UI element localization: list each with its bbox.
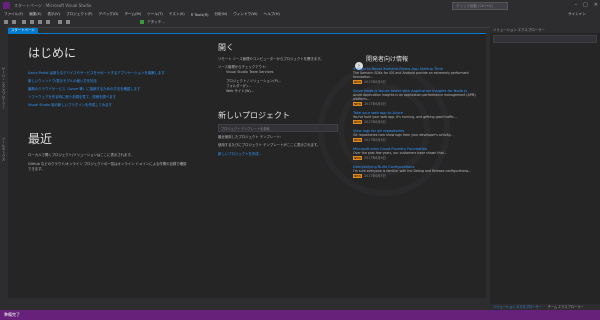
open-icon[interactable] [30, 20, 34, 24]
news-item[interactable]: Take your web app to Azure You've built … [353, 111, 478, 124]
solution-explorer-panel: ソリューション エクスプローラー ソリューション エクスプローラー チーム エク… [490, 27, 600, 310]
open-section: 開く リモート ソース管理やコンピューターからプロジェクトを開きます。 ソース管… [218, 42, 338, 159]
news-item-date: 2017年6月6日 [364, 138, 386, 142]
news-item[interactable]: View logs for git repositories Git repos… [353, 129, 478, 142]
redo-icon[interactable] [66, 20, 70, 24]
attach-button[interactable]: アタッチ... [147, 20, 165, 25]
left-tool-strip: サーバー エクスプローラー ツールボックス [0, 27, 7, 310]
news-item-date: 2017年6月6日 [364, 102, 386, 106]
open-title: 開く [218, 43, 234, 52]
news-title: 開発者向け情報 [366, 56, 409, 63]
new-project-desc: 使用するたびにプロジェクト テンプレートがここに表示されます。 [218, 143, 321, 147]
save-all-icon[interactable] [46, 20, 50, 24]
menu-debug[interactable]: デバッグ(D) [99, 12, 119, 17]
start-page: はじめに Azure Portal は新たなデバイスやサービスをサポートするアプ… [8, 34, 486, 298]
toolbox-tab[interactable]: ツールボックス [1, 137, 6, 161]
forward-icon[interactable] [12, 20, 16, 24]
get-started-link[interactable]: 最新のクラウドサービス（Azure 等）に接続するための方法を確認します [28, 86, 188, 91]
new-badge: NEW [353, 174, 363, 178]
menu-window[interactable]: ウィンドウ(W) [233, 12, 257, 17]
window-title: スタートページ - Microsoft Visual Studio [14, 3, 92, 8]
status-text: 準備完了 [4, 312, 20, 317]
news-item[interactable]: Solve Node.js Issues faster with Applica… [353, 89, 478, 106]
close-icon[interactable]: ✕ [594, 2, 598, 8]
news-item-body: Azure Application Insights is an applica… [353, 93, 476, 101]
menu-team[interactable]: チーム(M) [124, 12, 141, 17]
signin-link[interactable]: サインイン [568, 12, 586, 17]
get-started-link[interactable]: Azure Portal は新たなデバイスやサービスをサポートするアプリケーショ… [28, 70, 188, 75]
news-item-date: 2017年6月6日 [364, 156, 386, 160]
get-started-link[interactable]: ソフトウェアを作る時に使う手順を見て、詳細を調べます [28, 94, 188, 99]
solution-explorer-search[interactable] [493, 35, 597, 43]
news-item[interactable]: Microsoft joins Cloud Foundry Foundation… [353, 147, 478, 160]
new-badge: NEW [353, 138, 363, 142]
new-badge: NEW [353, 80, 363, 84]
menu-project[interactable]: プロジェクト(P) [66, 12, 93, 17]
news-item[interactable]: 5 Ways to Boost Xamarin.Forms App Startu… [353, 67, 478, 84]
play-icon[interactable] [140, 20, 144, 24]
recent-title: 最近 [28, 132, 53, 146]
news-section: 開発者向け情報 5 Ways to Boost Xamarin.Forms Ap… [353, 54, 478, 183]
menu-rtools[interactable]: R Tools(R) [191, 13, 209, 17]
title-bar: スタートページ - Microsoft Visual Studio クイック起動… [0, 0, 600, 11]
new-badge: NEW [353, 156, 363, 160]
maximize-icon[interactable]: □ [583, 2, 588, 8]
status-bar: 準備完了 [0, 310, 600, 320]
solution-explorer-title: ソリューション エクスプローラー [490, 27, 600, 33]
back-icon[interactable] [4, 20, 8, 24]
server-explorer-tab[interactable]: サーバー エクスプローラー [1, 67, 6, 109]
create-new-project-link[interactable]: 新しいプロジェクトを作成... [218, 151, 338, 156]
minimize-icon[interactable]: – [575, 2, 578, 8]
menu-edit[interactable]: 編集(E) [29, 12, 41, 17]
new-project-icon[interactable] [22, 20, 26, 24]
template-search-placeholder: プロジェクト テンプレートを検索 [221, 127, 270, 131]
template-search-input[interactable]: プロジェクト テンプレートを検索 [218, 124, 338, 132]
menu-bar: ファイル(F) 編集(E) 表示(V) プロジェクト(P) デバッグ(D) チー… [0, 11, 600, 18]
new-project-title: 新しいプロジェクト [218, 111, 290, 120]
quick-launch-search[interactable]: クイック起動 (Ctrl+Q) [452, 2, 508, 10]
window-controls: – □ ✕ [575, 2, 598, 8]
menu-analyze[interactable]: 分析(N) [215, 12, 228, 17]
recent-text: GitHub などのクラウド/オンライン プロジェクトの一覧はオンライン ドメイ… [28, 162, 187, 171]
open-text: リモート ソース管理やコンピューターからプロジェクトを開きます。 [218, 57, 324, 61]
menu-test[interactable]: テスト(S) [169, 12, 185, 17]
menu-file[interactable]: ファイル(F) [4, 12, 23, 17]
new-badge: NEW [353, 102, 363, 106]
quick-launch-placeholder: クイック起動 (Ctrl+Q) [456, 4, 493, 8]
news-item-date: 2017年6月6日 [364, 80, 386, 84]
menu-view[interactable]: 表示(V) [48, 12, 60, 17]
new-badge: NEW [353, 120, 363, 124]
get-started-section: はじめに Azure Portal は新たなデバイスやサービスをサポートするアプ… [28, 44, 188, 172]
news-item-date: 2017年6月6日 [364, 120, 386, 124]
news-item-date: 2017年6月5日 [364, 174, 386, 178]
news-item[interactable]: Demystifying Build Configurations I'm su… [353, 165, 478, 178]
undo-icon[interactable] [58, 20, 62, 24]
get-started-link[interactable]: Visual Studio 用の新しいプラグインを作成してみます [28, 102, 188, 107]
menu-help[interactable]: ヘルプ(H) [264, 12, 280, 17]
get-started-link[interactable]: 新しいウィンドウ/表示モデルの使い方を知る [28, 78, 188, 83]
get-started-title: はじめに [28, 46, 77, 60]
news-item-body: The Xamarin SDKs for iOS and Android pro… [353, 71, 469, 79]
save-icon[interactable] [38, 20, 42, 24]
menu-tools[interactable]: ツール(T) [147, 12, 163, 17]
visual-studio-logo [3, 2, 10, 9]
